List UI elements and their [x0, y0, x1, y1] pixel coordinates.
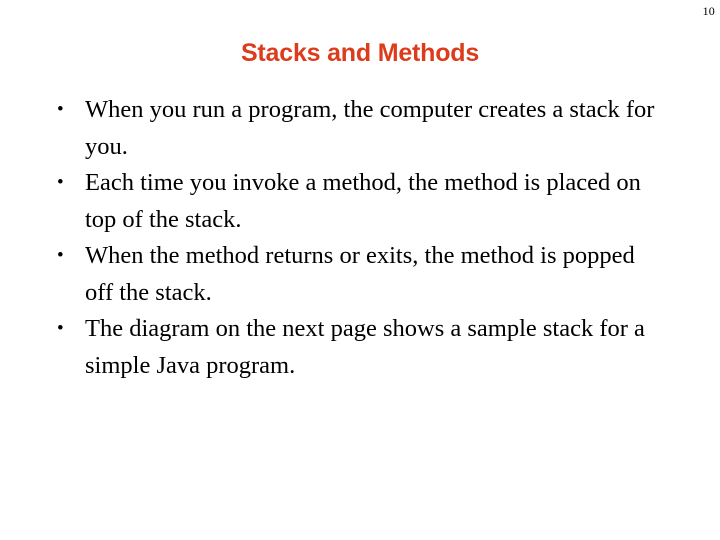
list-item: • Each time you invoke a method, the met… [48, 165, 668, 238]
list-item: • The diagram on the next page shows a s… [48, 311, 668, 384]
page-title: Stacks and Methods [240, 39, 480, 67]
bullet-dot-icon: • [57, 99, 64, 120]
list-item-text: Each time you invoke a method, the metho… [85, 169, 641, 233]
bullet-dot-icon: • [57, 172, 64, 193]
page-number: 10 [702, 4, 715, 18]
bullet-dot-icon: • [57, 245, 64, 266]
bullet-dot-icon: • [57, 318, 64, 339]
list-item-text: The diagram on the next page shows a sam… [85, 315, 645, 379]
list-item-text: When the method returns or exits, the me… [85, 242, 635, 306]
slide: 10 Stacks and Methods • When you run a p… [0, 0, 720, 540]
list-item: • When you run a program, the computer c… [48, 92, 668, 165]
list-item: • When the method returns or exits, the … [48, 238, 668, 311]
list-item-text: When you run a program, the computer cre… [85, 96, 655, 160]
bullet-list: • When you run a program, the computer c… [48, 92, 668, 384]
